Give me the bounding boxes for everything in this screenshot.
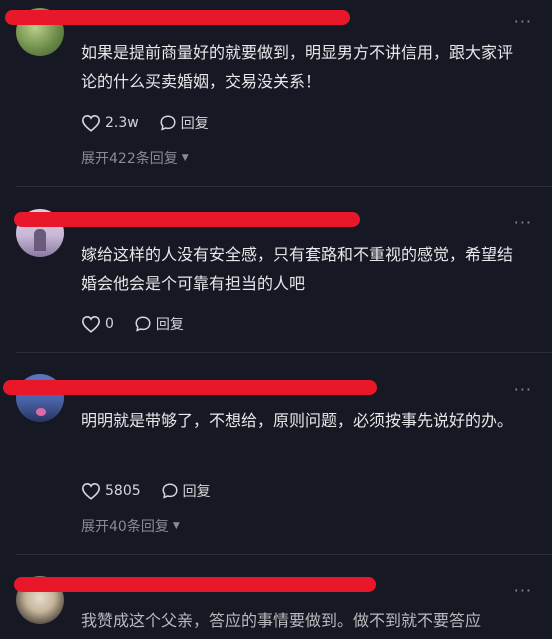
more-options-icon[interactable]: ··· [514, 213, 532, 232]
expand-replies-button[interactable]: 展开422条回复 ▼ [81, 148, 189, 168]
expand-replies-label: 展开422条回复 [81, 151, 178, 167]
comment-actions: 5805 回复 [81, 479, 231, 503]
like-button[interactable]: 2.3w [81, 114, 139, 132]
username-redaction [14, 577, 376, 592]
chevron-down-icon: ▼ [181, 153, 189, 163]
like-button[interactable]: 5805 [81, 482, 141, 500]
comment-text: 明明就是带够了，不想给，原则问题，必须按事先说好的办。 [81, 411, 514, 430]
like-count: 0 [105, 316, 114, 332]
heart-icon [81, 114, 101, 132]
like-count: 5805 [105, 483, 141, 499]
divider [16, 554, 552, 555]
expand-replies-button[interactable]: 展开40条回复 ▼ [81, 516, 180, 536]
comment-actions: 0 回复 [81, 312, 204, 336]
divider [16, 352, 552, 353]
more-options-icon[interactable]: ··· [514, 581, 532, 600]
username-redaction [3, 380, 377, 395]
reply-label: 回复 [155, 317, 184, 333]
reply-label: 回复 [180, 116, 209, 132]
more-options-icon[interactable]: ··· [514, 380, 532, 399]
comment-bubble-icon [162, 483, 178, 499]
comment-text: 嫁给这样的人没有安全感，只有套路和不重视的感觉，希望结婚会他会是个可靠有担当的人… [81, 245, 514, 293]
reply-button[interactable]: 回复 [161, 481, 211, 501]
comment-actions: 2.3w 回复 [81, 111, 229, 135]
expand-replies-label: 展开40条回复 [81, 519, 169, 535]
reply-label: 回复 [182, 484, 211, 500]
heart-icon [81, 482, 101, 500]
chevron-down-icon: ▼ [172, 521, 180, 531]
like-count: 2.3w [105, 115, 139, 131]
username-redaction [14, 212, 360, 227]
reply-button[interactable]: 回复 [134, 314, 184, 334]
comment-bubble-icon [160, 115, 176, 131]
comment-bubble-icon [135, 316, 151, 332]
reply-button[interactable]: 回复 [159, 113, 209, 133]
comment-text: 我赞成这个父亲，答应的事情要做到。做不到就不要答应 [81, 611, 482, 630]
like-button[interactable]: 0 [81, 315, 114, 333]
username-redaction [5, 10, 350, 25]
more-options-icon[interactable]: ··· [514, 12, 532, 31]
divider [16, 186, 552, 187]
heart-icon [81, 315, 101, 333]
comment-text: 如果是提前商量好的就要做到，明显男方不讲信用，跟大家评论的什么买卖婚姻，交易没关… [81, 43, 514, 91]
